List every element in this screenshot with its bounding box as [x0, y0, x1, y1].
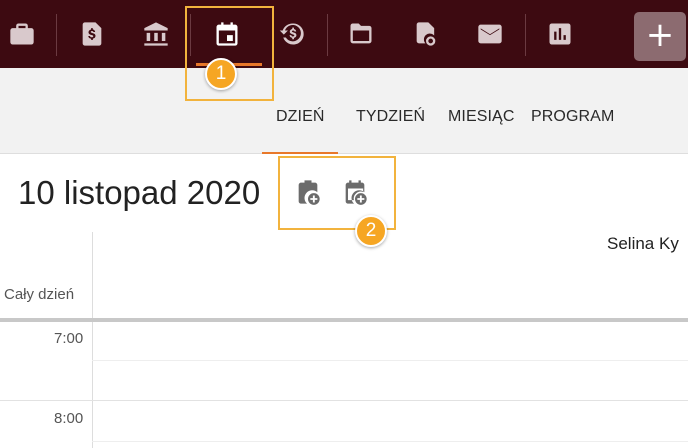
add-button[interactable]: + — [634, 12, 686, 61]
time-column-divider — [92, 232, 93, 448]
half-hour-line[interactable] — [92, 441, 688, 442]
callout-badge-1: 1 — [205, 58, 237, 90]
tab-agenda[interactable]: PROGRAM — [531, 108, 614, 126]
toolbar-divider — [56, 14, 57, 56]
all-day-separator — [0, 318, 688, 322]
dollar-document-icon[interactable] — [62, 0, 122, 68]
toolbar-divider — [327, 14, 328, 56]
callout-badge-2: 2 — [355, 215, 387, 247]
all-day-label: Cały dzień — [4, 286, 75, 303]
bar-chart-icon[interactable] — [530, 0, 590, 68]
tab-month[interactable]: MIESIĄC — [448, 108, 515, 126]
briefcase-icon[interactable] — [0, 0, 52, 68]
resource-name: Selina Ky — [607, 234, 679, 253]
selected-tab-underline — [262, 152, 338, 154]
toolbar-divider — [525, 14, 526, 56]
tab-week[interactable]: TYDZIEŃ — [356, 108, 425, 126]
half-hour-line[interactable] — [92, 360, 688, 361]
top-toolbar: + — [0, 0, 688, 68]
folder-icon[interactable] — [331, 0, 391, 68]
time-label: 8:00 — [54, 410, 84, 427]
tab-day[interactable]: DZIEŃ — [276, 108, 325, 126]
mail-icon[interactable] — [460, 0, 520, 68]
time-label: 7:00 — [54, 330, 84, 347]
bank-icon[interactable] — [126, 0, 186, 68]
plus-icon: + — [645, 15, 675, 55]
hour-line[interactable] — [0, 400, 688, 401]
certificate-icon[interactable] — [396, 0, 456, 68]
page-title: 10 listopad 2020 — [18, 174, 261, 211]
